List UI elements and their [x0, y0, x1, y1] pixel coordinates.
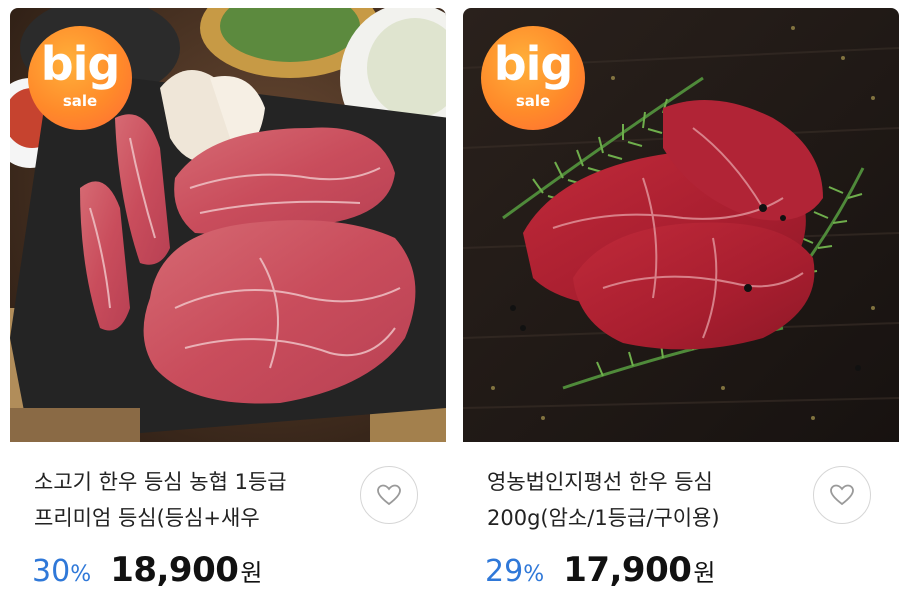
badge-sale-text: sale [515, 92, 551, 110]
price-row-2: 29% 17,900원 [485, 550, 715, 590]
product-title-line: 200g(암소/1등급/구이용) [487, 506, 720, 530]
sale-price: 18,900 [110, 550, 239, 590]
discount-unit: % [70, 562, 92, 587]
discount-rate: 29 [485, 554, 524, 589]
big-sale-badge: big sale [28, 26, 132, 130]
product-image-1[interactable]: big sale [10, 8, 446, 442]
sale-price: 17,900 [563, 550, 692, 590]
badge-big-text: big [493, 37, 574, 91]
price-row-1: 30% 18,900원 [32, 550, 262, 590]
product-card-1[interactable]: big sale 소고기 한우 등심 농협 1등급 프리미엄 등심(등심+새우 … [10, 8, 446, 608]
wishlist-button-1[interactable] [360, 466, 418, 524]
currency-unit: 원 [693, 559, 716, 587]
product-title-2[interactable]: 영농법인지평선 한우 등심 200g(암소/1등급/구이용) [487, 464, 803, 536]
badge-big-text: big [40, 37, 121, 91]
heart-outline-icon [830, 484, 854, 506]
product-title-line: 프리미엄 등심(등심+새우 [34, 506, 260, 530]
discount-unit: % [523, 562, 545, 587]
product-title-line: 영농법인지평선 한우 등심 [487, 470, 713, 494]
big-sale-badge: big sale [481, 26, 585, 130]
product-title-1[interactable]: 소고기 한우 등심 농협 1등급 프리미엄 등심(등심+새우 [34, 464, 350, 536]
badge-sale-text: sale [62, 92, 98, 110]
product-image-2[interactable]: big sale [463, 8, 899, 442]
discount-rate: 30 [32, 554, 71, 589]
product-card-2[interactable]: big sale 영농법인지평선 한우 등심 200g(암소/1등급/구이용) … [463, 8, 899, 608]
heart-outline-icon [377, 484, 401, 506]
wishlist-button-2[interactable] [813, 466, 871, 524]
product-title-line: 소고기 한우 등심 농협 1등급 [34, 470, 287, 494]
currency-unit: 원 [240, 559, 263, 587]
